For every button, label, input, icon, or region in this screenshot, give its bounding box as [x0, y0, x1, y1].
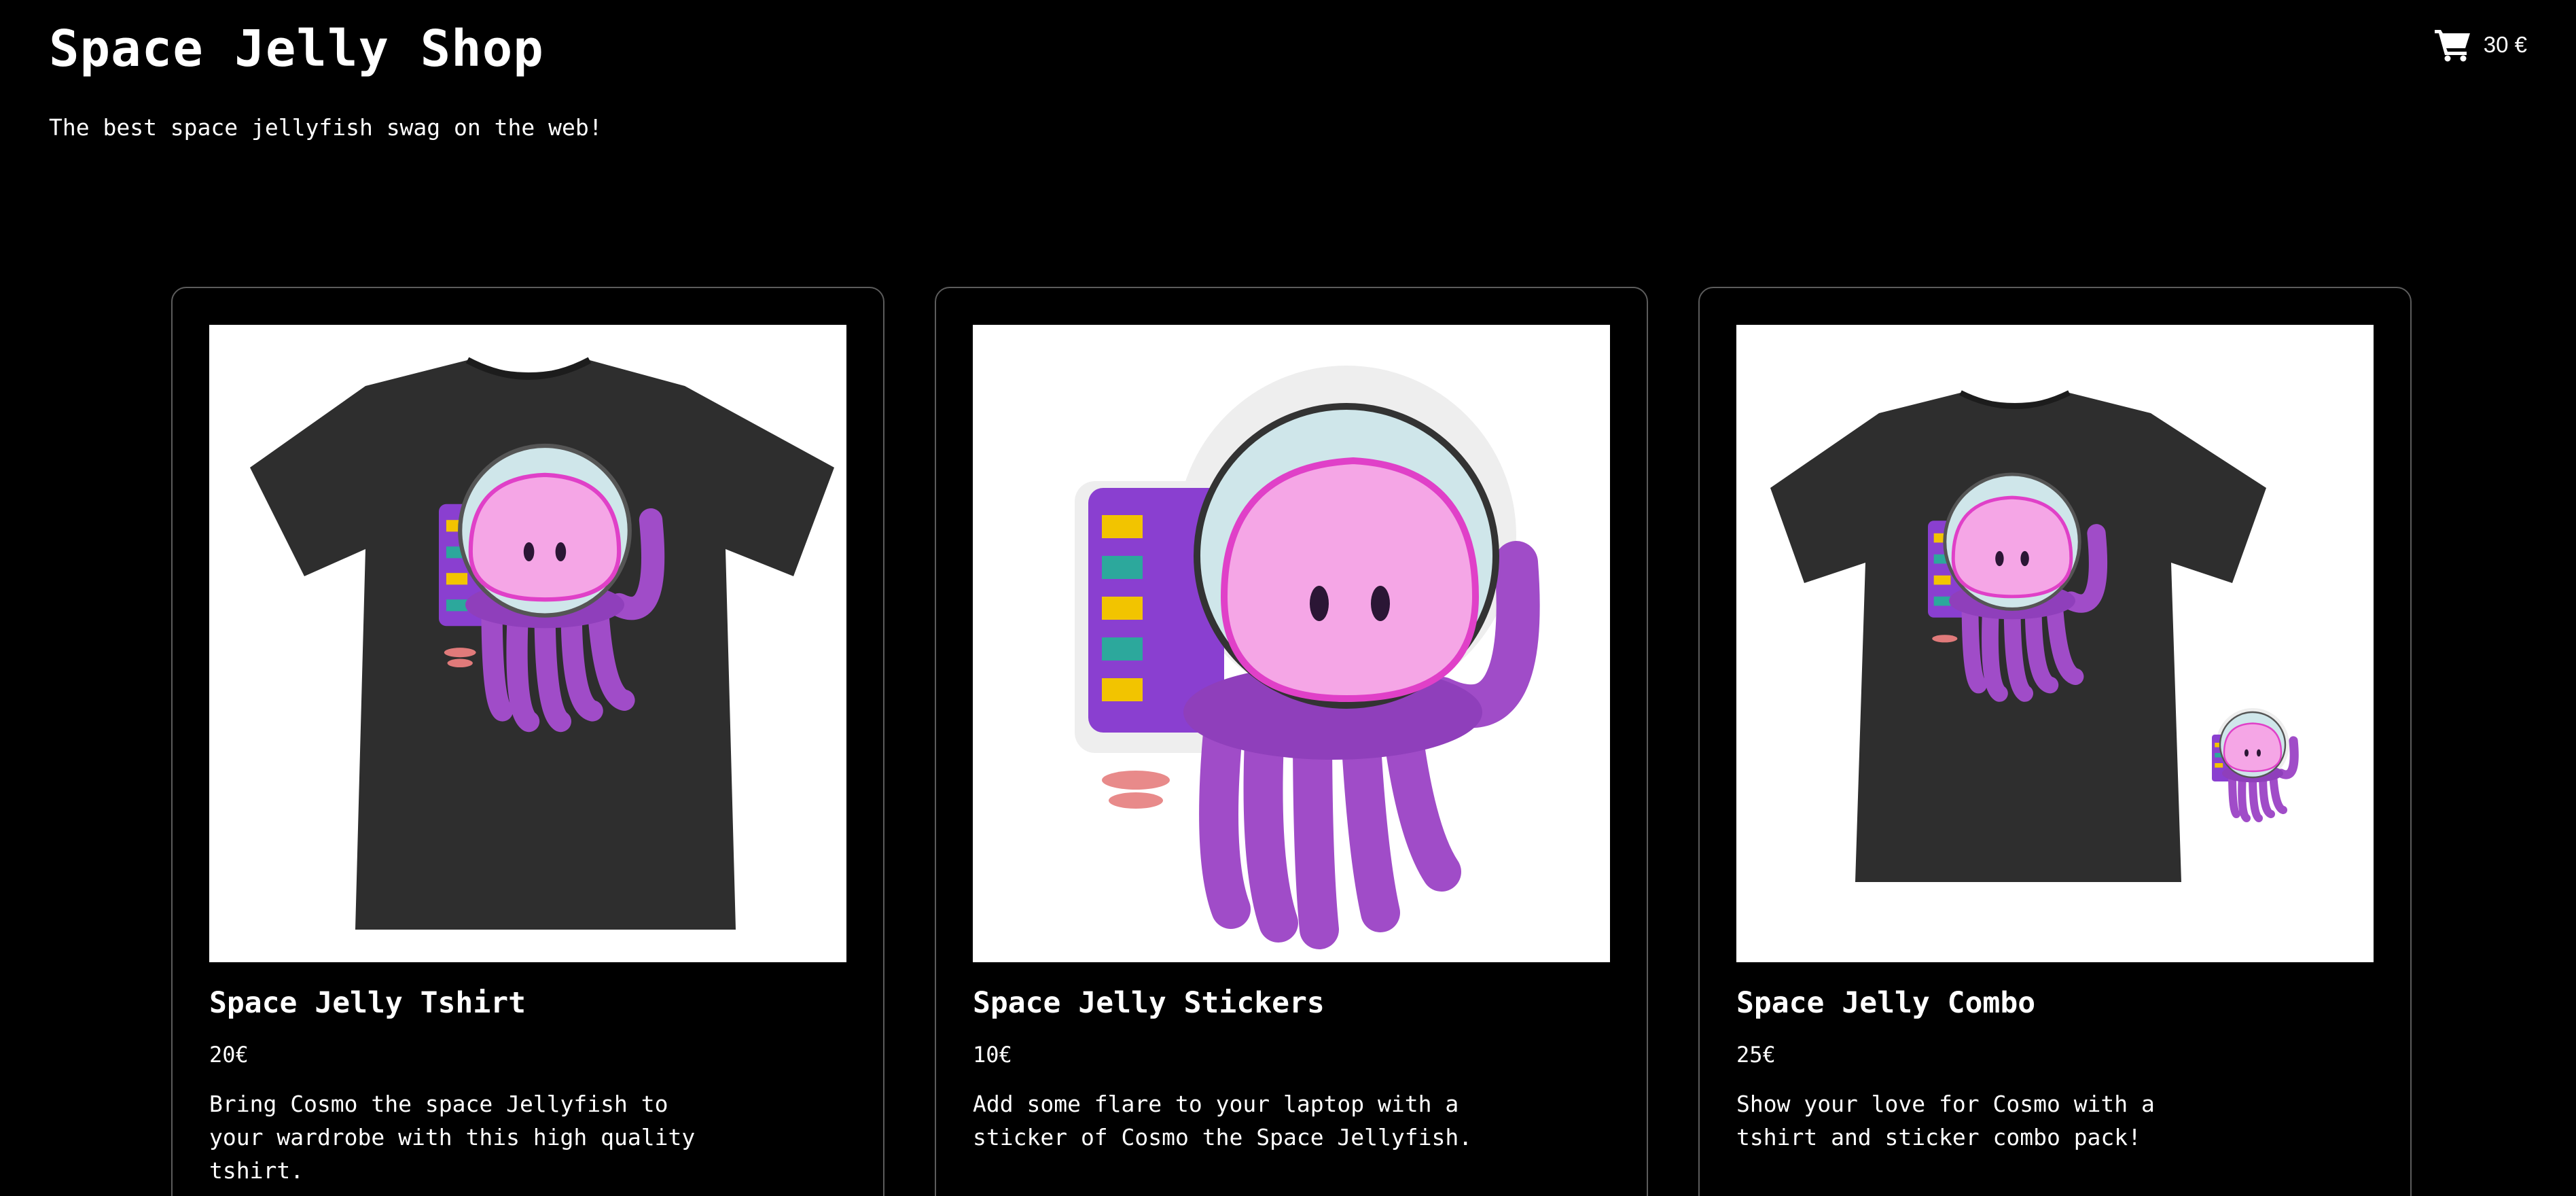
product-name[interactable]: Space Jelly Stickers: [973, 983, 1610, 1023]
product-card-tshirt[interactable]: Space Jelly Tshirt 20€ Bring Cosmo the s…: [171, 287, 884, 1196]
cart-button[interactable]: 30 €: [2434, 24, 2527, 65]
tshirt-image[interactable]: [209, 325, 846, 962]
product-price: 10€: [973, 1042, 1012, 1068]
product-name[interactable]: Space Jelly Combo: [1736, 983, 2374, 1023]
product-list: Space Jelly Tshirt 20€ Bring Cosmo the s…: [171, 287, 2412, 1196]
site-title: Space Jelly Shop: [49, 20, 544, 78]
product-description: Bring Cosmo the space Jellyfish to your …: [209, 1091, 696, 1184]
site-header: Space Jelly Shop The best space jellyfis…: [49, 0, 2527, 163]
product-description: Add some flare to your laptop with a sti…: [973, 1091, 1473, 1150]
product-price: 20€: [209, 1042, 249, 1068]
product-description: Show your love for Cosmo with a tshirt a…: [1736, 1091, 2155, 1150]
shopping-cart-icon[interactable]: [2434, 28, 2471, 62]
product-card-combo[interactable]: Space Jelly Combo 25€ Show your love for…: [1698, 287, 2412, 1196]
product-name[interactable]: Space Jelly Tshirt: [209, 983, 846, 1023]
sticker-image[interactable]: [973, 325, 1610, 962]
combo-image[interactable]: [1736, 325, 2374, 962]
cart-total: 30 €: [2483, 32, 2527, 57]
site-tagline: The best space jellyfish swag on the web…: [49, 114, 603, 141]
product-price: 25€: [1736, 1042, 1776, 1068]
product-card-stickers[interactable]: Space Jelly Stickers 10€ Add some flare …: [935, 287, 1648, 1196]
